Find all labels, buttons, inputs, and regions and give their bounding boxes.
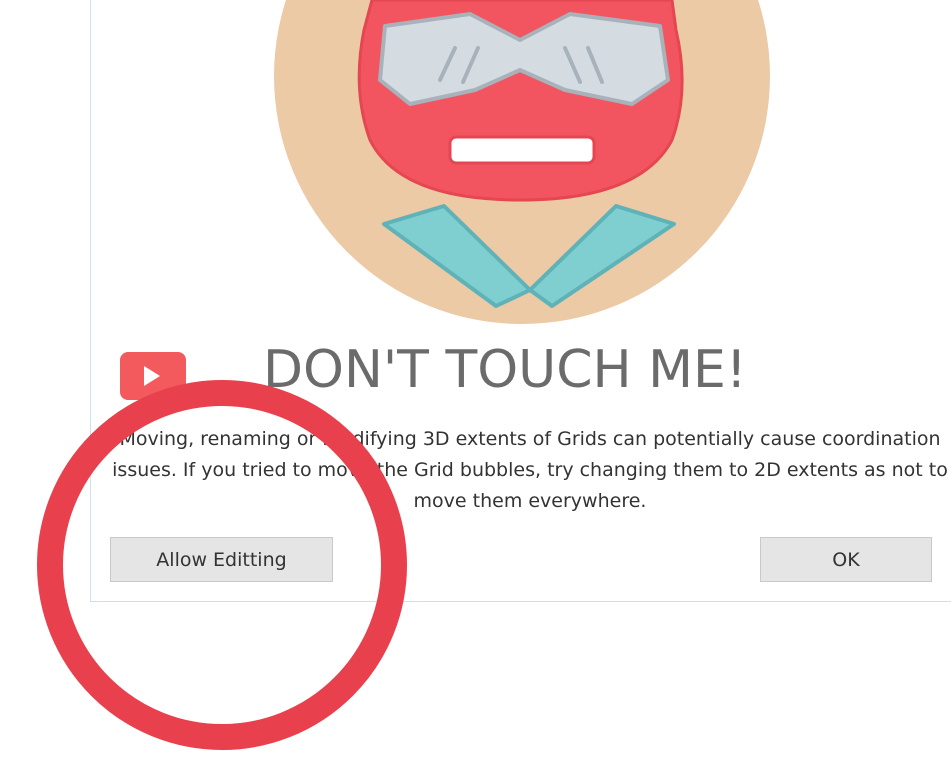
dialog-message: Moving, renaming or modifying 3D extents…: [112, 428, 948, 512]
dialog-title: DON'T TOUCH ME!: [263, 340, 747, 400]
play-badge-icon: [120, 352, 186, 400]
ok-button[interactable]: OK: [760, 537, 932, 582]
allow-editing-button[interactable]: Allow Editting: [110, 537, 333, 582]
screen: DON'T TOUCH ME! Moving, renaming or modi…: [0, 0, 951, 761]
dialog-title-row: DON'T TOUCH ME!: [120, 338, 951, 418]
robot-mascot-illustration: [274, 0, 770, 324]
mascot-mouth: [448, 135, 596, 165]
